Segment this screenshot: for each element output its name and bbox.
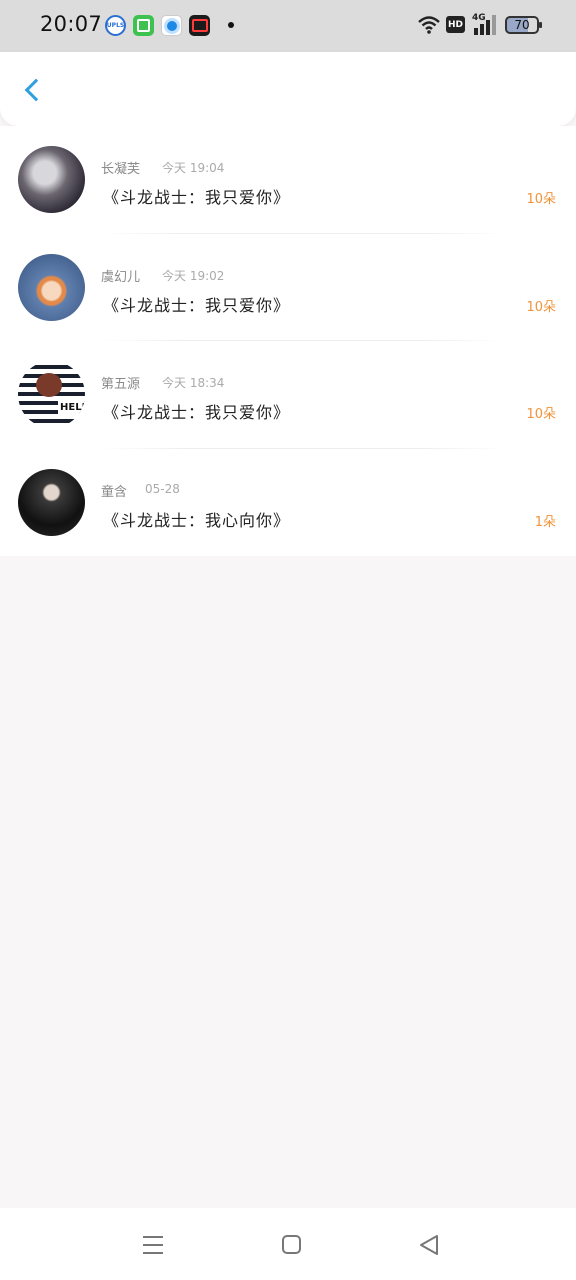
book-title: 《斗龙战士：我只爱你》 <box>103 403 291 422</box>
sender-name: 长凝芙 <box>101 162 141 177</box>
back-triangle-icon[interactable] <box>418 1234 440 1256</box>
sender-name: 第五源 <box>101 377 141 392</box>
green-app-icon <box>133 15 154 36</box>
list-item[interactable]: 童含 05-28 《斗龙战士：我心向你》 1朵 <box>0 449 576 557</box>
gift-time: 今天 18:34 <box>162 376 225 390</box>
gift-time: 今天 19:02 <box>162 268 225 283</box>
book-title: 《斗龙战士：我只爱你》 <box>103 188 291 207</box>
list-item[interactable]: 第五源 今天 18:34 《斗龙战士：我只爱你》 10朵 <box>0 341 576 449</box>
video-app-icon <box>189 15 210 36</box>
avatar[interactable] <box>18 253 85 321</box>
battery-icon: 70 <box>505 16 542 34</box>
gift-time: 05-28 <box>145 481 180 496</box>
list-item[interactable]: 长凝芙 今天 19:04 《斗龙战士：我只爱你》 10朵 <box>0 126 576 234</box>
avatar[interactable] <box>18 146 85 213</box>
wifi-icon <box>418 16 440 34</box>
back-button[interactable] <box>16 74 48 106</box>
avatar[interactable] <box>18 468 85 536</box>
flower-count: 10朵 <box>526 299 556 315</box>
sender-name: 童含 <box>101 484 128 500</box>
signal-icon: 4G <box>472 13 498 35</box>
sender-name: 虞幻儿 <box>101 269 141 285</box>
network-type: 4G <box>472 13 486 23</box>
list-item[interactable]: 虞幻儿 今天 19:02 《斗龙战士：我只爱你》 10朵 <box>0 234 576 341</box>
chevron-left-icon <box>24 78 48 102</box>
home-icon[interactable] <box>282 1235 301 1254</box>
flower-count: 10朵 <box>526 407 556 422</box>
book-title: 《斗龙战士：我只爱你》 <box>103 295 291 315</box>
more-notifications-dot <box>228 22 234 28</box>
avatar[interactable] <box>18 361 85 428</box>
hd-icon: HD <box>446 16 465 33</box>
gift-time: 今天 19:04 <box>162 161 225 175</box>
system-nav-bar <box>0 1208 576 1280</box>
status-time: 20:07 <box>40 12 103 36</box>
gift-list: 长凝芙 今天 19:04 《斗龙战士：我只爱你》 10朵 虞幻儿 今天 19:0… <box>0 126 576 556</box>
status-bar: 20:07 UPLS HD 4G 70 <box>0 0 576 52</box>
uplus-app-icon: UPLS <box>105 15 126 36</box>
blue-circle-app-icon <box>161 15 182 36</box>
menu-icon[interactable] <box>143 1236 165 1254</box>
flower-count: 1朵 <box>534 514 556 530</box>
flower-count: 10朵 <box>526 192 556 207</box>
top-header <box>0 52 576 126</box>
book-title: 《斗龙战士：我心向你》 <box>103 510 291 530</box>
